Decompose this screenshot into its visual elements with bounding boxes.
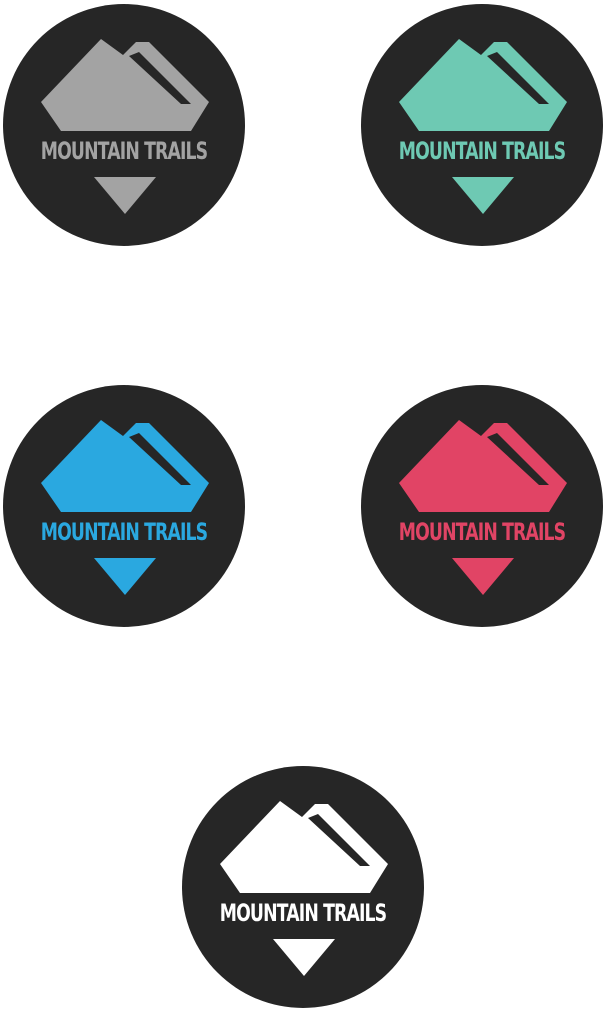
brand-title: MOUNTAIN TRAILS [40,518,208,546]
down-triangle-icon [452,558,514,595]
brand-title: MOUNTAIN TRAILS [40,137,208,165]
mountain-shape [41,420,209,512]
mountain-logo-icon [41,39,209,214]
logo-badge-teal: MOUNTAIN TRAILS [361,4,603,246]
mountain-logo-icon [399,420,567,595]
down-triangle-icon [273,939,335,976]
brand-title: MOUNTAIN TRAILS [398,518,566,546]
mountain-shape [41,39,209,131]
brand-title: MOUNTAIN TRAILS [219,899,387,927]
mountain-logo-icon [220,801,388,976]
mountain-shape [399,420,567,512]
logo-badge-white: MOUNTAIN TRAILS [182,766,424,1008]
down-triangle-icon [94,558,156,595]
mountain-logo-icon [399,39,567,214]
brand-title: MOUNTAIN TRAILS [398,137,566,165]
down-triangle-icon [94,177,156,214]
mountain-shape [399,39,567,131]
mountain-shape [220,801,388,893]
logo-badge-grey: MOUNTAIN TRAILS [3,4,245,246]
logo-badge-pink: MOUNTAIN TRAILS [361,385,603,627]
logo-badge-blue: MOUNTAIN TRAILS [3,385,245,627]
mountain-logo-icon [41,420,209,595]
down-triangle-icon [452,177,514,214]
